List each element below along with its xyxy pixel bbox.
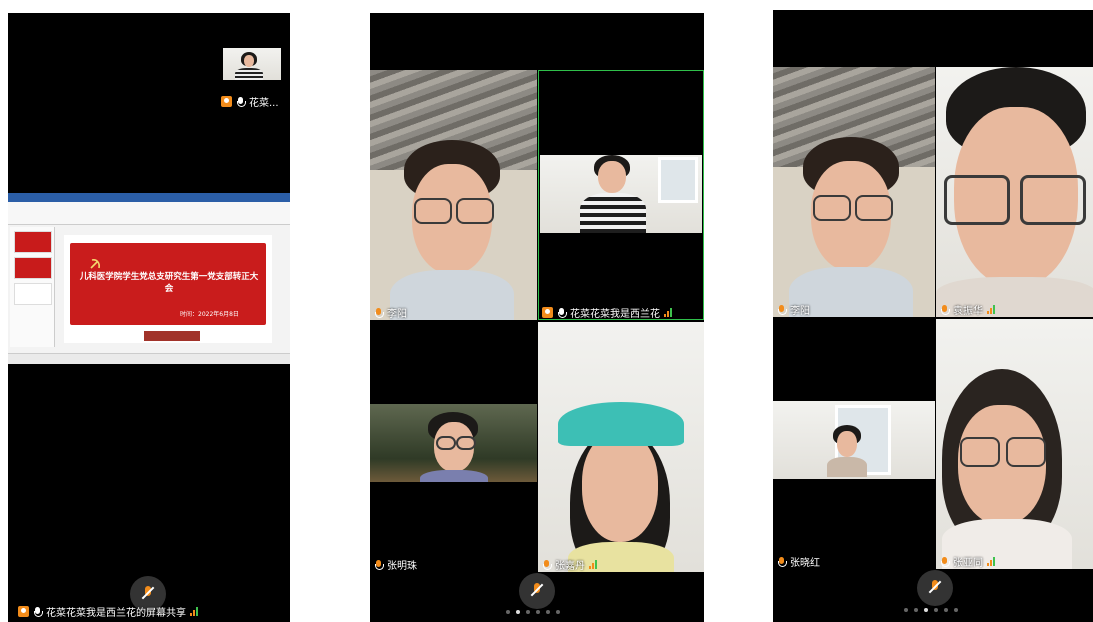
page-dot — [954, 608, 958, 612]
signal-icon — [987, 557, 995, 566]
thumbnail-label: 花菜... — [221, 94, 279, 109]
page-indicator[interactable] — [904, 608, 958, 612]
mic-muted-icon — [143, 586, 153, 602]
tile-label: 袁振华 — [940, 302, 995, 317]
page-dot-active — [924, 608, 928, 612]
ppt-title-bar — [8, 193, 290, 202]
ppt-status-bar — [8, 353, 290, 364]
video-tile[interactable]: 张晓红 — [773, 319, 935, 569]
page-dot — [904, 608, 908, 612]
signal-icon — [589, 560, 597, 569]
signal-icon — [190, 607, 198, 616]
slide-title: 儿科医学院学生党总支研究生第一党支部转正大会 — [79, 272, 259, 294]
mic-icon — [940, 556, 950, 567]
participant-name: 张明珠 — [387, 561, 417, 572]
participant-name: 张嘉丹 — [555, 561, 585, 572]
slide-thumb — [14, 257, 52, 279]
video-tile[interactable]: 李阳 — [773, 67, 935, 317]
gallery-view-2: 李阳 袁振华 张晓红 张亚同 — [773, 10, 1093, 622]
participant-name: 袁振华 — [953, 306, 983, 317]
page-dot — [506, 610, 510, 614]
video-tile-active[interactable]: 花菜花菜我是西兰花 — [538, 70, 704, 320]
video-tile[interactable]: 袁振华 — [936, 67, 1093, 317]
palace-graphic — [144, 331, 200, 341]
video-tile[interactable]: 张明珠 — [370, 322, 537, 572]
gallery-view-1: 李阳 花菜花菜我是西兰花 张明珠 张嘉丹 — [370, 13, 704, 622]
participant-name: 李阳 — [387, 309, 407, 320]
floating-video-thumbnail[interactable] — [223, 48, 281, 80]
thumbnail-name: 花菜... — [249, 98, 279, 109]
host-icon — [221, 96, 232, 107]
screen-share-view: 花菜... 儿科医学院学生党总支研究生第一党支部转正大会 时间：2022年6月8… — [8, 13, 290, 622]
tile-label: 张晓红 — [777, 554, 820, 569]
participant-name: 张晓红 — [790, 558, 820, 569]
page-dot — [546, 610, 550, 614]
mic-icon — [374, 307, 384, 318]
tile-label: 张亚同 — [940, 554, 995, 569]
tile-label: 张嘉丹 — [542, 557, 597, 572]
page-dot — [526, 610, 530, 614]
mic-icon — [940, 304, 950, 315]
ppt-ribbon — [8, 202, 290, 225]
tile-label: 花菜花菜我是西兰花 — [542, 305, 672, 320]
mic-icon — [777, 556, 787, 567]
mute-button[interactable] — [519, 573, 555, 609]
share-owner-name: 花菜花菜我是西兰花的屏幕共享 — [46, 608, 186, 619]
participant-name: 花菜花菜我是西兰花 — [570, 309, 660, 320]
mic-icon — [777, 304, 787, 315]
page-indicator[interactable] — [506, 610, 560, 614]
slide-time: 时间：2022年6月8日 — [180, 311, 239, 318]
shared-presentation: 儿科医学院学生党总支研究生第一党支部转正大会 时间：2022年6月8日 — [8, 193, 290, 364]
participant-name: 张亚同 — [953, 558, 983, 569]
mic-icon — [557, 307, 567, 318]
host-icon — [18, 606, 29, 617]
video-tile[interactable]: 李阳 — [370, 70, 537, 320]
mic-muted-icon — [532, 583, 542, 599]
mic-icon — [374, 559, 384, 570]
video-tile[interactable]: 张嘉丹 — [538, 322, 704, 572]
signal-icon — [664, 308, 672, 317]
slide-thumb — [14, 283, 52, 305]
page-dot — [536, 610, 540, 614]
mic-icon — [542, 559, 552, 570]
page-dot — [934, 608, 938, 612]
host-icon — [542, 307, 553, 318]
party-emblem-icon — [90, 259, 100, 269]
participant-name: 李阳 — [790, 306, 810, 317]
current-slide: 儿科医学院学生党总支研究生第一党支部转正大会 时间：2022年6月8日 — [64, 235, 272, 343]
mic-icon — [33, 606, 43, 617]
page-dot-active — [516, 610, 520, 614]
page-dot — [914, 608, 918, 612]
share-label: 花菜花菜我是西兰花的屏幕共享 — [18, 604, 198, 619]
page-dot — [944, 608, 948, 612]
signal-icon — [987, 305, 995, 314]
tile-label: 张明珠 — [374, 557, 417, 572]
slide-thumb — [14, 231, 52, 253]
tile-label: 李阳 — [374, 305, 407, 320]
mic-muted-icon — [930, 580, 940, 596]
mic-icon — [236, 96, 246, 107]
tile-label: 李阳 — [777, 302, 810, 317]
page-dot — [556, 610, 560, 614]
slide-thumbnails — [10, 227, 55, 347]
video-tile[interactable]: 张亚同 — [936, 319, 1093, 569]
mute-button[interactable] — [917, 570, 953, 606]
